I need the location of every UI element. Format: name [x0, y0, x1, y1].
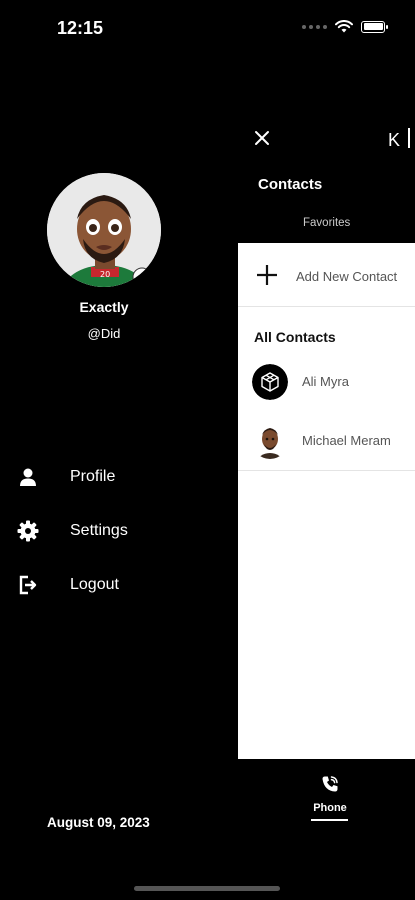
contacts-panel: Add New Contact All Contacts Ali Myra Mi…: [238, 243, 415, 759]
status-time: 12:15: [57, 18, 104, 38]
profile-handle: @Did: [87, 326, 121, 341]
tab-phone-label: Phone: [313, 802, 347, 814]
person-photo-avatar: [252, 423, 288, 459]
menu-item-settings[interactable]: Settings: [16, 504, 128, 558]
home-indicator[interactable]: [134, 886, 280, 891]
add-new-contact-label: Add New Contact: [296, 269, 398, 284]
contact-name: Michael Meram: [302, 433, 391, 448]
add-new-contact-button[interactable]: Add New Contact: [238, 243, 415, 307]
phone-icon: [322, 776, 338, 792]
current-date: August 09, 2023: [47, 815, 150, 830]
menu-item-logout[interactable]: Logout: [16, 558, 128, 612]
page-title: Contacts: [258, 176, 323, 193]
profile-avatar[interactable]: 20: [47, 173, 161, 287]
person-icon: [16, 465, 40, 489]
menu-item-label: Profile: [70, 468, 116, 485]
header-right-bar: [408, 128, 410, 148]
tab-favorites[interactable]: Favorites: [303, 217, 350, 229]
signal-icon: [302, 24, 327, 29]
gear-icon: [16, 519, 40, 543]
header-right-label: K: [388, 130, 401, 150]
logout-icon: [16, 573, 40, 597]
wifi-icon: [335, 20, 353, 33]
close-icon[interactable]: [252, 128, 272, 148]
tab-phone[interactable]: Phone: [305, 770, 355, 814]
svg-text:20: 20: [100, 270, 110, 279]
menu-item-profile[interactable]: Profile: [16, 450, 128, 504]
active-tab-indicator: [311, 819, 348, 821]
menu-item-label: Logout: [70, 576, 119, 593]
all-contacts-heading: All Contacts: [254, 329, 336, 345]
profile-name: Exactly: [79, 299, 129, 315]
contact-name: Ali Myra: [302, 374, 349, 389]
list-item[interactable]: Michael Meram: [238, 412, 415, 471]
list-item[interactable]: Ali Myra: [238, 353, 415, 411]
cube-logo-avatar: [252, 364, 288, 400]
menu-item-label: Settings: [70, 522, 128, 539]
plus-icon: [257, 265, 277, 285]
drawer-menu: Profile Settings Logout: [16, 450, 128, 612]
status-icons: [302, 20, 388, 33]
battery-icon: [361, 20, 388, 33]
